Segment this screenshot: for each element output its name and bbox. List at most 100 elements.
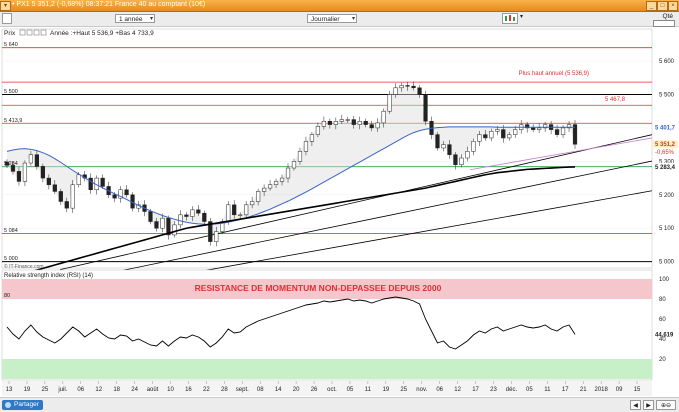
candle-body bbox=[64, 201, 69, 209]
x-tick-label: 12 bbox=[95, 387, 102, 393]
price-badge: 5 351,2 bbox=[655, 142, 676, 148]
window-title: • PX1 5 351,2 (-0,68%) 08:37:21 France 4… bbox=[12, 1, 206, 8]
candle-body bbox=[393, 87, 398, 95]
candle-body bbox=[34, 154, 39, 167]
x-tick-label: 25 bbox=[42, 387, 49, 393]
candle-body bbox=[554, 129, 560, 135]
minimize-icon[interactable]: _ bbox=[646, 1, 657, 11]
chart-type-icon[interactable] bbox=[502, 13, 518, 24]
candle-body bbox=[160, 217, 165, 229]
chart-area[interactable]: 5 0005 1005 2005 3005 4005 5005 6005 401… bbox=[0, 27, 679, 397]
chart-type-dropdown-icon[interactable]: ▾ bbox=[520, 13, 526, 24]
candle-body bbox=[196, 209, 201, 214]
scroll-left-button[interactable]: ◀ bbox=[630, 400, 641, 410]
x-tick-label: 15 bbox=[634, 387, 641, 393]
scroll-right-button[interactable]: ▶ bbox=[643, 400, 654, 410]
quantity-label: Qté bbox=[662, 13, 673, 20]
x-tick-label: sept. bbox=[236, 387, 249, 393]
candle-body bbox=[273, 181, 279, 186]
x-tick-label: 05 bbox=[526, 387, 533, 393]
x-tick-label: 19 bbox=[24, 387, 31, 393]
candle-body bbox=[471, 141, 476, 152]
rsi-band bbox=[2, 359, 652, 379]
level-label: 5 413,9 bbox=[4, 118, 22, 124]
candle-body bbox=[495, 129, 500, 132]
maximize-icon[interactable]: □ bbox=[657, 1, 668, 11]
candle-body bbox=[250, 201, 255, 206]
candle-body bbox=[267, 184, 273, 189]
x-tick-label: 19 bbox=[382, 387, 389, 393]
x-tick-label: nov. bbox=[416, 387, 427, 393]
candle-body bbox=[291, 161, 297, 169]
settings-icon[interactable] bbox=[2, 13, 12, 24]
candle-body bbox=[303, 141, 309, 152]
candle-body bbox=[214, 231, 219, 242]
interval-select[interactable]: Journalier ▾ bbox=[307, 14, 357, 23]
candle-body bbox=[309, 134, 315, 142]
x-tick-label: 08 bbox=[257, 387, 264, 393]
quantity-field[interactable] bbox=[653, 20, 675, 27]
candle-body bbox=[76, 174, 81, 186]
candle-body bbox=[184, 214, 189, 217]
annotation-level: 5 467,8 bbox=[605, 97, 626, 103]
candle-body bbox=[315, 126, 321, 135]
x-tick-label: 25 bbox=[400, 387, 407, 393]
level-label: 5 084 bbox=[4, 228, 18, 234]
chevron-down-icon: ▾ bbox=[351, 16, 355, 22]
candle-body bbox=[387, 94, 392, 112]
candle-body bbox=[411, 85, 416, 89]
rsi-tick-label: 60 bbox=[659, 317, 666, 323]
x-tick-label: 20 bbox=[293, 387, 300, 393]
x-tick-label: 14 bbox=[275, 387, 282, 393]
close-icon[interactable]: × bbox=[668, 1, 678, 11]
candle-body bbox=[321, 120, 326, 127]
level-label: 5 500 bbox=[4, 89, 18, 95]
x-tick-label: 10 bbox=[167, 387, 174, 393]
candle-body bbox=[501, 129, 506, 139]
x-tick-label: août bbox=[147, 387, 159, 393]
candle-body bbox=[357, 120, 362, 125]
x-tick-label: 22 bbox=[203, 387, 210, 393]
candle-body bbox=[381, 110, 386, 124]
x-tick-label: 26 bbox=[311, 387, 318, 393]
candles-icon bbox=[505, 15, 515, 21]
candle-body bbox=[285, 167, 291, 179]
x-tick-label: 05 bbox=[347, 387, 354, 393]
candle-body bbox=[279, 177, 285, 182]
candle-body bbox=[477, 134, 482, 142]
y-tick-label: 5 000 bbox=[659, 260, 675, 266]
price-change: (-0,68%) bbox=[56, 1, 84, 8]
period-select[interactable]: 1 année ▾ bbox=[115, 14, 155, 23]
candle-body bbox=[369, 124, 374, 129]
ma200-badge: 5 283,4 bbox=[655, 165, 676, 171]
share-button[interactable]: Partager bbox=[2, 400, 43, 410]
candle-body bbox=[351, 119, 356, 125]
data-source-watermark: © IT-Finance.com bbox=[4, 263, 44, 270]
candle-body bbox=[58, 191, 63, 202]
x-tick-label: 11 bbox=[365, 387, 372, 393]
candle-body bbox=[537, 127, 542, 130]
rsi-left-label: 80 bbox=[4, 293, 10, 299]
x-tick-label: 18 bbox=[113, 387, 120, 393]
x-tick-label: déc. bbox=[506, 387, 518, 393]
candle-body bbox=[441, 144, 446, 149]
candle-body bbox=[154, 221, 159, 229]
candle-body bbox=[399, 85, 404, 89]
candle-body bbox=[531, 127, 536, 130]
rsi-banner: RESISTANCE DE MOMENTUM NON-DEPASSEE DEPU… bbox=[195, 283, 442, 293]
app-menu-icon[interactable]: ▾ bbox=[0, 1, 11, 11]
x-tick-label: 12 bbox=[454, 387, 461, 393]
candle-body bbox=[560, 127, 566, 135]
x-tick-label: 16 bbox=[185, 387, 192, 393]
x-tick-label: 2018 bbox=[594, 387, 608, 393]
candle-body bbox=[172, 224, 177, 236]
zoom-button[interactable]: ⊕⊖ bbox=[656, 400, 676, 410]
candle-body bbox=[423, 94, 428, 122]
x-tick-label: 21 bbox=[580, 387, 587, 393]
candle-body bbox=[22, 162, 28, 182]
change-badge: -0,65% bbox=[655, 150, 675, 156]
share-icon bbox=[5, 402, 11, 408]
level-label: 5 000 bbox=[4, 256, 18, 262]
share-label: Partager bbox=[14, 401, 39, 408]
candle-body bbox=[40, 166, 45, 179]
